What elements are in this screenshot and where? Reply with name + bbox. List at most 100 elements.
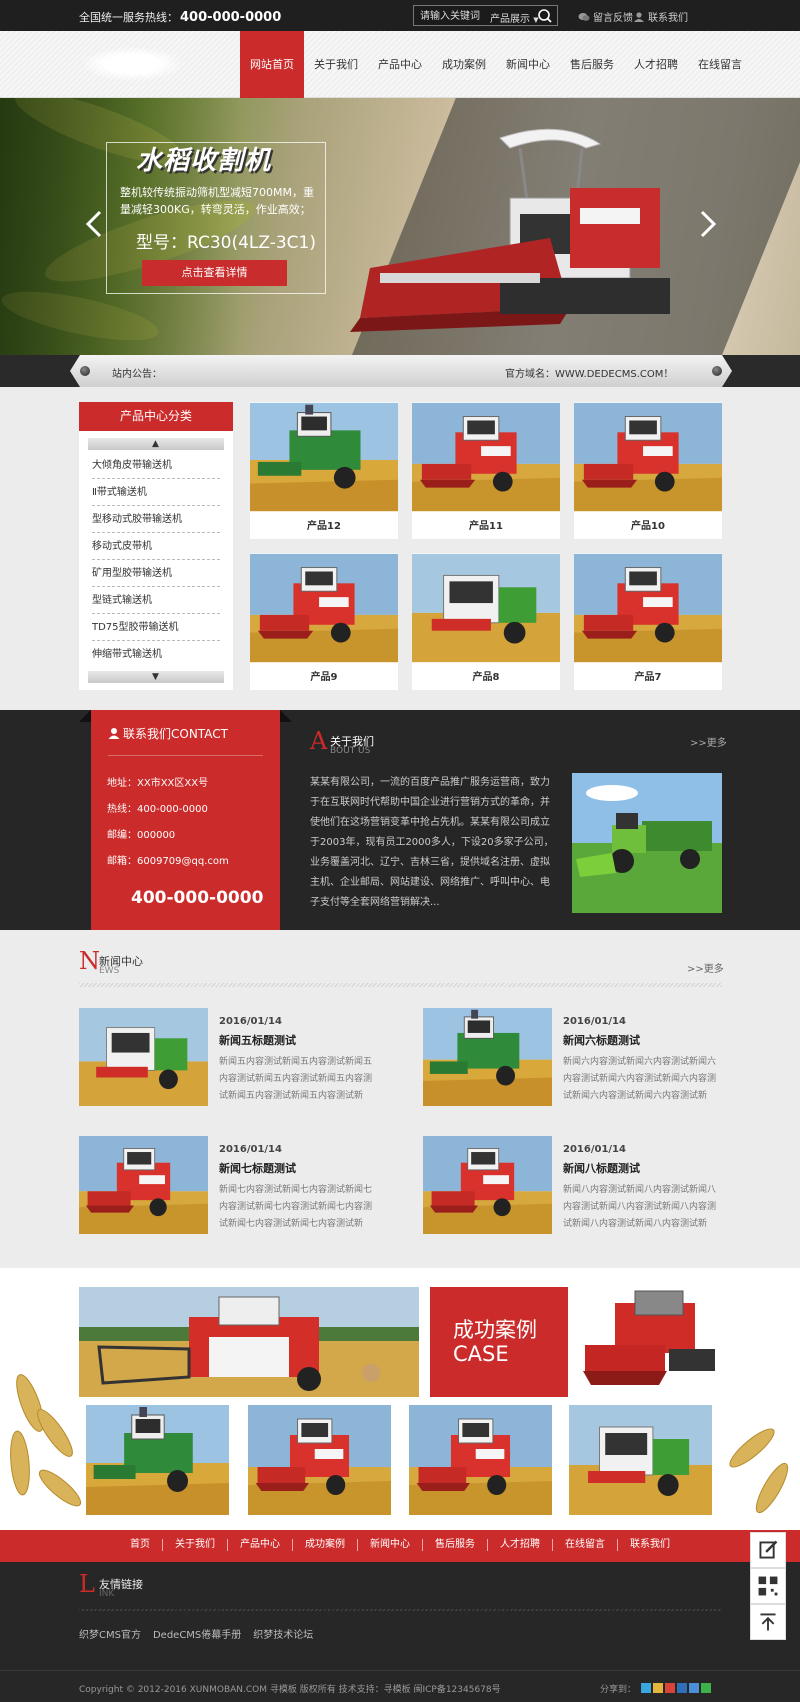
footer-nav-item[interactable]: 在线留言: [552, 1539, 617, 1551]
about-subtitle: BOUT US: [330, 746, 371, 756]
product-card[interactable]: 产品9: [250, 553, 398, 690]
news-item-title[interactable]: 新闻八标题测试: [563, 1160, 640, 1176]
share-wechat-icon[interactable]: [700, 1683, 711, 1693]
share-people-icon[interactable]: [688, 1683, 699, 1693]
float-back-to-top-button[interactable]: [750, 1604, 786, 1640]
nav-item-jobs[interactable]: 人才招聘: [624, 31, 688, 98]
category-item[interactable]: TD75型胶带输送机: [92, 614, 220, 641]
news-item-title[interactable]: 新闻五标题测试: [219, 1032, 296, 1048]
footer-nav-item[interactable]: 关于我们: [162, 1539, 227, 1551]
nav-item-news[interactable]: 新闻中心: [496, 31, 560, 98]
contact-postcode: 邮编：000000: [107, 830, 176, 841]
product-card[interactable]: 产品10: [574, 402, 722, 539]
edit-icon: [759, 1540, 778, 1559]
category-item[interactable]: 移动式皮带机: [92, 533, 220, 560]
search-input[interactable]: [420, 8, 480, 24]
case-thumbnail[interactable]: [86, 1405, 229, 1515]
contact-address: 地址：XX市XX区XX号: [107, 778, 209, 789]
footer-nav-item[interactable]: 产品中心: [227, 1539, 292, 1551]
news-item[interactable]: 2016/01/14 新闻六标题测试 新闻六内容测试新闻六内容测试新闻六内容测试…: [423, 1008, 753, 1108]
news-more-link[interactable]: >>更多: [687, 960, 724, 975]
next-arrow-icon[interactable]: [698, 210, 718, 238]
share-qzone-icon[interactable]: [640, 1683, 651, 1693]
category-item[interactable]: 矿用型胶带输送机: [92, 560, 220, 587]
case-thumbnail[interactable]: [409, 1405, 552, 1515]
share-renren-icon[interactable]: [676, 1683, 687, 1693]
contact-email[interactable]: 邮箱：6009709@qq.com: [107, 852, 229, 867]
product-image: [574, 402, 722, 512]
search-scope-label: 产品展示: [490, 14, 530, 25]
banner-title: 水稻收割机: [136, 146, 272, 176]
copyright: Copyright © 2012-2016 XUNMOBAN.COM 寻模板 版…: [79, 1685, 501, 1695]
case-title-en: CASE: [453, 1342, 509, 1366]
share-weibo-icon[interactable]: [652, 1683, 663, 1693]
nav-item-products[interactable]: 产品中心: [368, 31, 432, 98]
product-card[interactable]: 产品7: [574, 553, 722, 690]
prev-arrow-icon[interactable]: [84, 210, 104, 238]
nav-item-about[interactable]: 关于我们: [304, 31, 368, 98]
banner-detail-button[interactable]: 点击查看详情: [142, 260, 287, 286]
nav-item-service[interactable]: 售后服务: [560, 31, 624, 98]
case-thumbnail[interactable]: [248, 1405, 391, 1515]
category-item[interactable]: 大倾角皮带输送机: [92, 452, 220, 479]
footer-nav-item[interactable]: 售后服务: [422, 1539, 487, 1551]
nav-item-home[interactable]: 网站首页: [240, 31, 304, 111]
category-title: 产品中心分类: [79, 402, 233, 431]
hotline: 全国统一服务热线： 400-000-0000: [79, 9, 281, 25]
category-item[interactable]: 型链式输送机: [92, 587, 220, 614]
product-card[interactable]: 产品11: [412, 402, 560, 539]
nav-item-message[interactable]: 在线留言: [688, 31, 752, 98]
news-item[interactable]: 2016/01/14 新闻五标题测试 新闻五内容测试新闻五内容测试新闻五内容测试…: [79, 1008, 409, 1108]
news-item[interactable]: 2016/01/14 新闻八标题测试 新闻八内容测试新闻八内容测试新闻八内容测试…: [423, 1136, 753, 1236]
site-logo[interactable]: [82, 47, 182, 81]
about-more-link[interactable]: >>更多: [690, 734, 727, 749]
footer-nav-item[interactable]: 首页: [118, 1539, 162, 1551]
product-card[interactable]: 产品12: [250, 402, 398, 539]
product-name: 产品12: [307, 521, 341, 532]
category-item[interactable]: Ⅱ带式输送机: [92, 479, 220, 506]
product-image: [412, 553, 560, 663]
product-image: [250, 402, 398, 512]
product-name: 产品8: [472, 672, 500, 683]
scroll-up-button[interactable]: ▲: [88, 438, 224, 450]
news-item-body: 新闻五内容测试新闻五内容测试新闻五内容测试新闻五内容测试新闻五内容测试新闻五内容…: [219, 1057, 373, 1101]
feedback-link[interactable]: 留言反馈: [578, 9, 633, 24]
chevron-down-icon: ▼: [152, 672, 159, 682]
nav-item-cases[interactable]: 成功案例: [432, 31, 496, 98]
share-tqq-icon[interactable]: [664, 1683, 675, 1693]
news-image: [423, 1136, 552, 1234]
share-label: 分享到：: [600, 1685, 637, 1695]
friend-link[interactable]: 织梦技术论坛: [253, 1630, 313, 1641]
case-thumbnail[interactable]: [569, 1405, 712, 1515]
friend-link[interactable]: 织梦CMS官方: [79, 1630, 141, 1641]
banner-description: 整机较传统振动筛机型减短700MM，重量减轻300KG，转弯灵活，作业高效；: [120, 186, 314, 216]
qrcode-icon: [758, 1576, 778, 1596]
footer-nav-item[interactable]: 联系我们: [617, 1539, 682, 1551]
scroll-down-button[interactable]: ▼: [88, 671, 224, 683]
footer-nav-item[interactable]: 成功案例: [292, 1539, 357, 1551]
category-list: 大倾角皮带输送机 Ⅱ带式输送机 型移动式胶带输送机 移动式皮带机 矿用型胶带输送…: [92, 452, 220, 668]
case-title-box[interactable]: 成功案例 CASE: [430, 1287, 568, 1397]
share-bar: 分享到：: [600, 1682, 711, 1695]
footer-nav-item[interactable]: 人才招聘: [487, 1539, 552, 1551]
news-item-body: 新闻八内容测试新闻八内容测试新闻八内容测试新闻八内容测试新闻八内容测试新闻八内容…: [563, 1185, 717, 1229]
friend-link[interactable]: DedeCMS倦幕手册: [153, 1630, 241, 1641]
product-card[interactable]: 产品8: [412, 553, 560, 690]
news-item[interactable]: 2016/01/14 新闻七标题测试 新闻七内容测试新闻七内容测试新闻七内容测试…: [79, 1136, 409, 1236]
category-item[interactable]: 伸缩带式输送机: [92, 641, 220, 668]
contact-box: 联系我们CONTACT 地址：XX市XX区XX号 热线：400-000-0000…: [91, 710, 280, 930]
main-nav: 网站首页 关于我们 产品中心 成功案例 新闻中心 售后服务 人才招聘 在线留言: [240, 31, 752, 111]
hotline-number: 400-000-0000: [180, 10, 282, 25]
footer-nav-item[interactable]: 新闻中心: [357, 1539, 422, 1551]
news-item-title[interactable]: 新闻六标题测试: [563, 1032, 640, 1048]
search-scope-select[interactable]: 产品展示 ▼: [490, 10, 539, 25]
search-icon[interactable]: [536, 8, 554, 24]
float-qrcode-button[interactable]: [750, 1568, 786, 1604]
float-feedback-button[interactable]: [750, 1532, 786, 1568]
category-item[interactable]: 型移动式胶带输送机: [92, 506, 220, 533]
news-item-title[interactable]: 新闻七标题测试: [219, 1160, 296, 1176]
user-icon: [634, 12, 644, 22]
news-image: [79, 1136, 208, 1234]
news-image: [423, 1008, 552, 1106]
contact-link[interactable]: 联系我们: [633, 9, 688, 24]
